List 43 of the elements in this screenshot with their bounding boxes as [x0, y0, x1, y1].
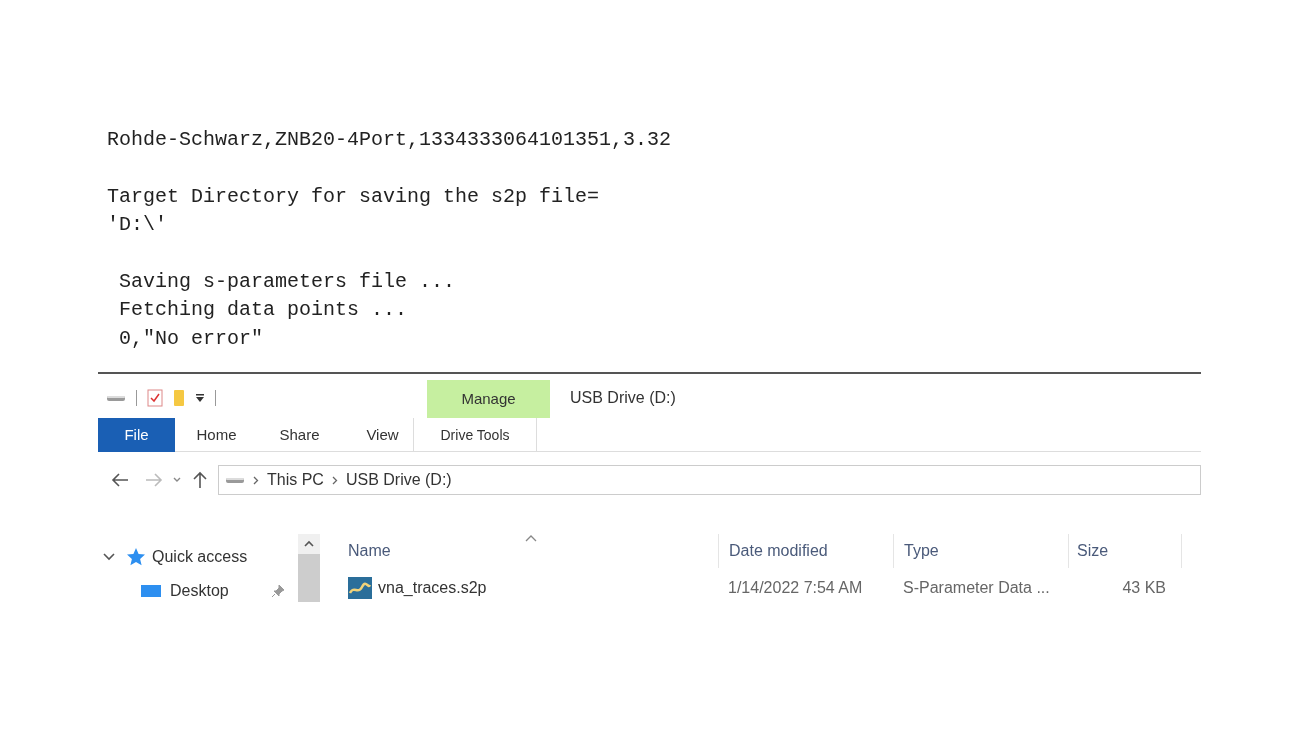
nav-label: Quick access — [152, 547, 248, 567]
column-header[interactable]: Date modified — [718, 534, 893, 568]
address-bar[interactable]: This PC USB Drive (D:) — [218, 465, 1201, 495]
context-tab-group: Manage — [427, 380, 550, 418]
drive-icon — [106, 393, 126, 403]
console-line: Fetching data points ... — [118, 297, 408, 323]
console-line: 'D:\' — [107, 212, 167, 238]
scroll-up-icon[interactable] — [303, 540, 315, 548]
nav-item[interactable]: Quick access — [98, 540, 298, 574]
file-size: 43 KB — [1121, 578, 1166, 598]
back-icon[interactable] — [110, 472, 130, 488]
sort-icon[interactable] — [524, 534, 538, 542]
ribbon-tab[interactable]: Drive Tools — [413, 418, 537, 452]
chevron-down-icon[interactable] — [102, 552, 116, 562]
ribbon-tab[interactable]: Share — [258, 418, 341, 452]
ribbon-tab[interactable]: Home — [175, 418, 258, 452]
nav-label: Desktop — [170, 581, 229, 601]
file-date: 1/14/2022 7:54 AM — [727, 578, 864, 598]
file-type: S-Parameter Data ... — [902, 578, 1051, 598]
nav-item[interactable]: Desktop — [98, 574, 298, 608]
console-line: Target Directory for saving the s2p file= — [107, 183, 600, 210]
breadcrumb[interactable]: USB Drive (D:) — [345, 468, 452, 492]
file-row[interactable]: vna_traces.s2p 1/14/2022 7:54 AM S-Parameter Data ... 43 KB — [348, 568, 1201, 608]
chevron-down-icon[interactable] — [172, 476, 182, 484]
console-line: Saving s-parameters file ... — [118, 268, 456, 295]
up-icon[interactable] — [192, 470, 208, 490]
window-title: USB Drive (D:) — [569, 388, 676, 408]
properties-icon[interactable] — [147, 389, 163, 407]
column-header[interactable]: Size — [1068, 534, 1182, 568]
desktop-icon — [140, 583, 162, 599]
scrollbar-thumb[interactable] — [298, 554, 320, 602]
console-line: Rohde-Schwarz,ZNB20-4Port,1334333064101351,3.32 — [107, 127, 672, 153]
column-header[interactable]: Name — [348, 534, 718, 568]
file-name: vna_traces.s2p — [378, 578, 487, 598]
ribbon-tab[interactable]: File — [98, 418, 175, 452]
column-header[interactable]: Type — [893, 534, 1068, 568]
star-icon — [126, 547, 146, 567]
drive-icon — [225, 475, 245, 485]
chevron-right-icon — [331, 475, 338, 485]
chevron-right-icon — [253, 475, 259, 485]
breadcrumb[interactable]: This PC — [267, 468, 324, 492]
console-line: 0,"No error" — [118, 325, 264, 352]
file-icon — [348, 577, 372, 599]
